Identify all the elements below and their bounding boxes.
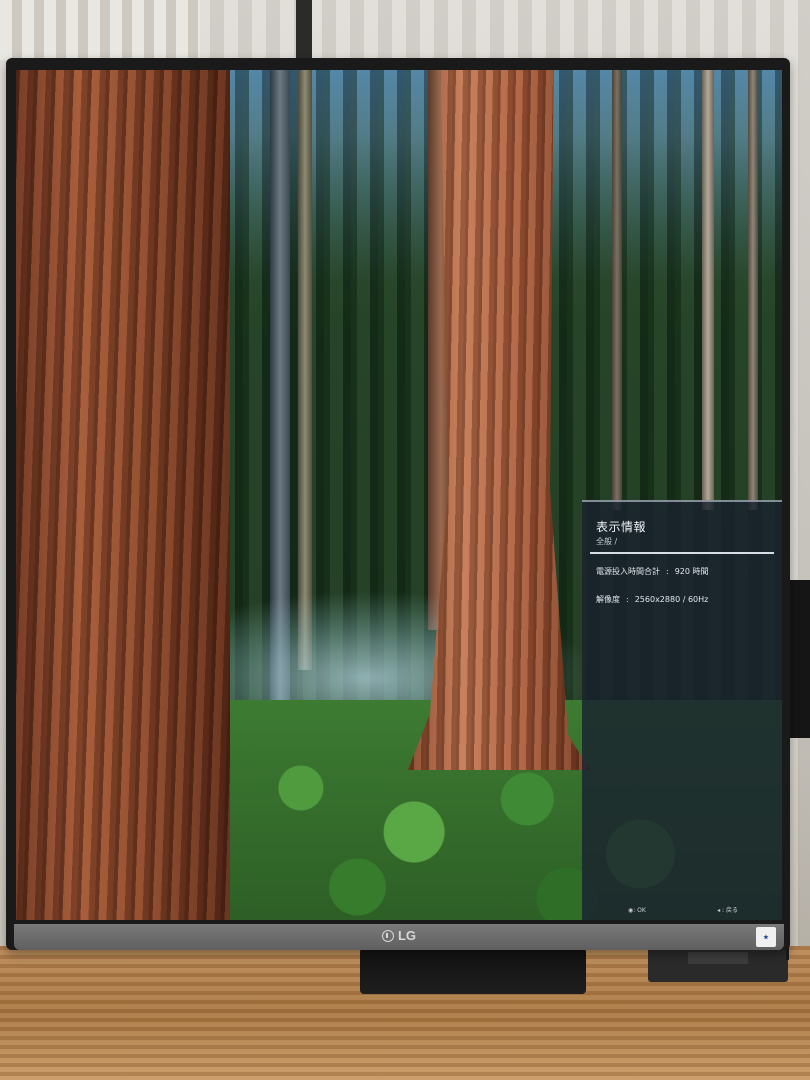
tree-trunk: [298, 70, 312, 670]
osd-divider: [590, 552, 774, 554]
lg-logo: LG: [381, 928, 417, 943]
tree-trunk: [612, 70, 622, 510]
window-frame: [296, 0, 312, 60]
osd-row-label: 電源投入時間合計: [596, 567, 660, 576]
osd-footer-back[interactable]: ◂ : 戻る: [717, 905, 738, 914]
tree-trunk: [702, 70, 714, 510]
osd-row-power-on-time: 電源投入時間合計:920 時間: [596, 566, 709, 577]
redwood-trunk-left: [16, 70, 230, 920]
screen: 表示情報 全般 / 電源投入時間合計:920 時間 解像度:2560x2880 …: [16, 70, 782, 920]
osd-title: 表示情報: [596, 520, 647, 534]
back-arrow-icon: ◂ : 戻る: [717, 907, 738, 914]
osd-breadcrumb: 全般 /: [596, 537, 618, 546]
osd-row-resolution: 解像度:2560x2880 / 60Hz: [596, 594, 708, 605]
osd-footer-ok[interactable]: ◉: OK: [628, 907, 646, 914]
curtain: [0, 0, 200, 60]
monitor-bezel-bottom: LG ★: [14, 924, 784, 950]
tree-trunk: [748, 70, 758, 510]
lg-logo-icon: [381, 929, 394, 942]
side-device: [648, 946, 788, 982]
osd-row-value: 2560x2880 / 60Hz: [634, 595, 709, 604]
osd-row-separator: :: [666, 567, 669, 576]
energy-star-badge-icon: ★: [756, 927, 776, 947]
monitor-stand: [360, 948, 586, 994]
monitor: 表示情報 全般 / 電源投入時間合計:920 時間 解像度:2560x2880 …: [6, 58, 790, 950]
lg-logo-text: LG: [397, 928, 417, 943]
osd-row-value: 920 時間: [674, 567, 709, 576]
osd-row-separator: :: [626, 595, 629, 604]
osd-top-border: [582, 500, 782, 502]
osd-info-panel: 表示情報 全般 / 電源投入時間合計:920 時間 解像度:2560x2880 …: [582, 500, 782, 920]
osd-footer: ◉: OK ◂ : 戻る: [582, 902, 782, 914]
osd-row-label: 解像度: [596, 595, 620, 604]
osd-footer-ok-label: : OK: [633, 907, 646, 914]
